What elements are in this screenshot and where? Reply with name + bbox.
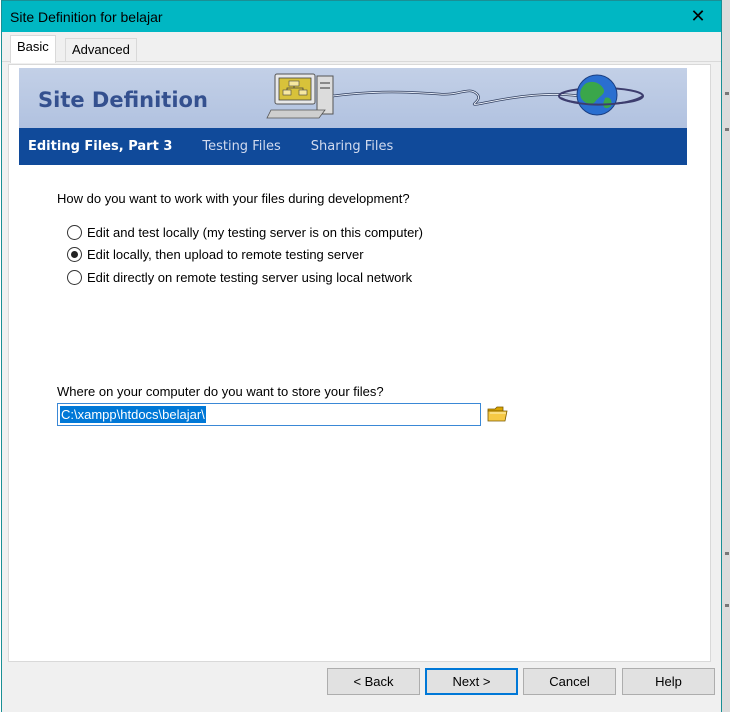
wizard-step-bar: Editing Files, Part 3 Testing Files Shar…: [19, 128, 687, 165]
tab-advanced[interactable]: Advanced: [65, 38, 137, 62]
help-button[interactable]: Help: [622, 668, 715, 695]
background-right-strip: [721, 0, 730, 712]
option-edit-test-locally[interactable]: Edit and test locally (my testing server…: [67, 225, 423, 240]
radio-button[interactable]: [67, 270, 82, 285]
step-testing-files: Testing Files: [202, 139, 281, 154]
work-mode-question: How do you want to work with your files …: [57, 191, 410, 206]
option-label: Edit locally, then upload to remote test…: [87, 247, 364, 262]
browse-folder-icon[interactable]: [487, 405, 509, 423]
title-bar[interactable]: Site Definition for belajar ✕: [2, 1, 721, 32]
local-folder-value: C:\xampp\htdocs\belajar\: [60, 406, 206, 423]
tab-basic[interactable]: Basic: [10, 35, 56, 63]
option-label: Edit directly on remote testing server u…: [87, 270, 413, 285]
step-sharing-files: Sharing Files: [310, 139, 394, 154]
radio-button-checked[interactable]: [67, 247, 82, 262]
wizard-banner: Site Definition: [19, 68, 687, 128]
tab-bar: Basic Advanced: [2, 32, 721, 63]
basic-tab-panel: Site Definition Editing Files, Part 3 Te…: [8, 64, 711, 662]
local-folder-input[interactable]: C:\xampp\htdocs\belajar\: [57, 403, 481, 426]
store-location-question: Where on your computer do you want to st…: [57, 384, 384, 399]
window-title: Site Definition for belajar: [10, 8, 163, 25]
step-editing-files-part-3: Editing Files, Part 3: [28, 139, 173, 154]
cancel-button[interactable]: Cancel: [523, 668, 616, 695]
next-button[interactable]: Next >: [425, 668, 518, 695]
site-definition-dialog: Site Definition for belajar ✕ Basic Adva…: [1, 0, 722, 712]
dialog-client-area: Site Definition Editing Files, Part 3 Te…: [2, 61, 721, 712]
option-label: Edit and test locally (my testing server…: [87, 225, 423, 240]
close-icon[interactable]: ✕: [675, 1, 721, 32]
option-edit-locally-upload[interactable]: Edit locally, then upload to remote test…: [67, 247, 364, 262]
banner-title: Site Definition: [38, 88, 208, 112]
option-edit-remote[interactable]: Edit directly on remote testing server u…: [67, 270, 412, 285]
back-button[interactable]: < Back: [327, 668, 420, 695]
radio-button[interactable]: [67, 225, 82, 240]
computer-icon: [266, 73, 334, 119]
